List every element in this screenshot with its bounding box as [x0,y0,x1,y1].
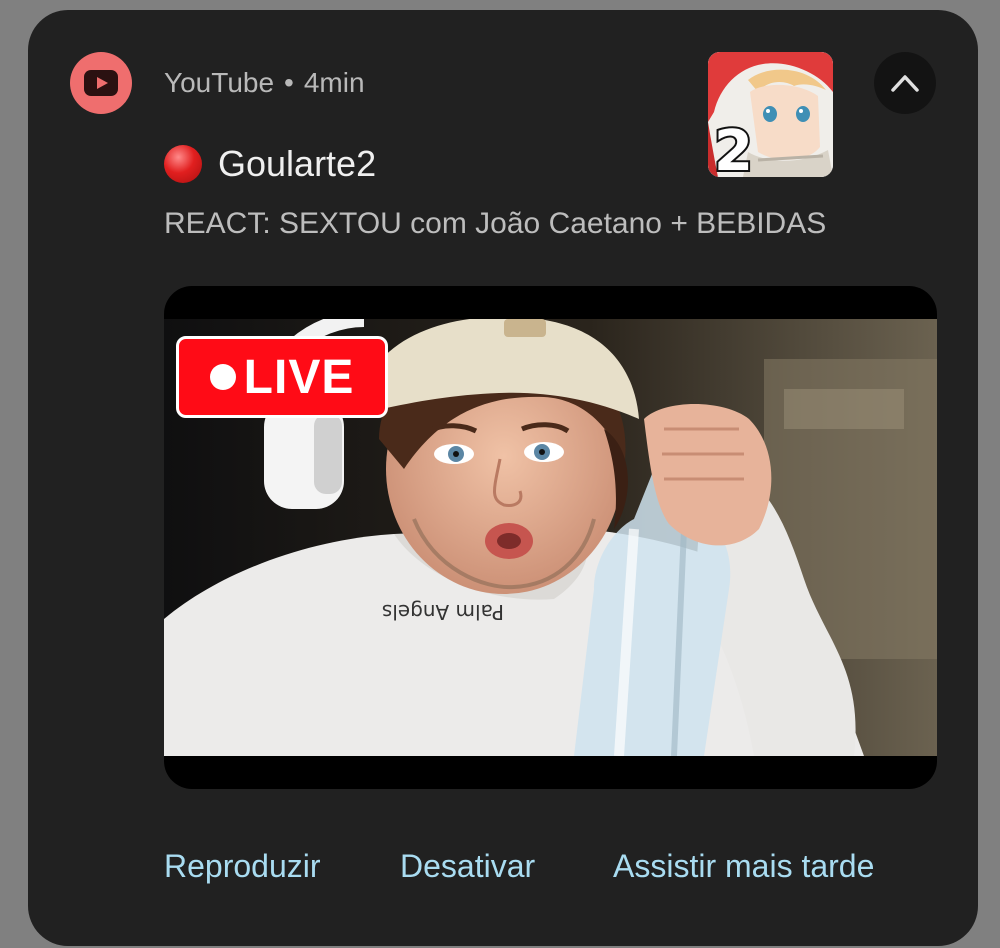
app-name: YouTube [164,67,275,98]
separator-dot: • [284,67,294,98]
red-circle-icon [164,145,202,183]
live-dot-icon [209,364,236,390]
watch-later-button[interactable]: Assistir mais tarde [613,846,874,886]
live-badge: LIVE [176,336,388,418]
time-ago: 4min [303,67,365,98]
notification-card[interactable]: YouTube • 4min 2 Goularte2 REACT: SEXTOU… [28,10,978,946]
hoodie-print: Palm Angels [382,600,504,624]
notification-header: YouTube • 4min [164,65,365,101]
channel-title: Goularte2 [164,142,376,186]
youtube-icon [70,52,132,114]
avatar-badge-number: 2 [714,119,753,177]
play-button[interactable]: Reproduzir [164,846,321,886]
live-label: LIVE [243,350,355,404]
channel-avatar: 2 [708,52,833,177]
beanie-patch [504,319,546,337]
video-thumbnail[interactable]: Palm Angels LIVE [164,286,937,789]
collapse-button[interactable] [874,52,936,114]
channel-name: Goularte2 [218,143,377,184]
chevron-up-icon [891,75,919,92]
disable-button[interactable]: Desativar [400,846,535,886]
video-title: REACT: SEXTOU com João Caetano + BEBIDAS [164,207,827,240]
